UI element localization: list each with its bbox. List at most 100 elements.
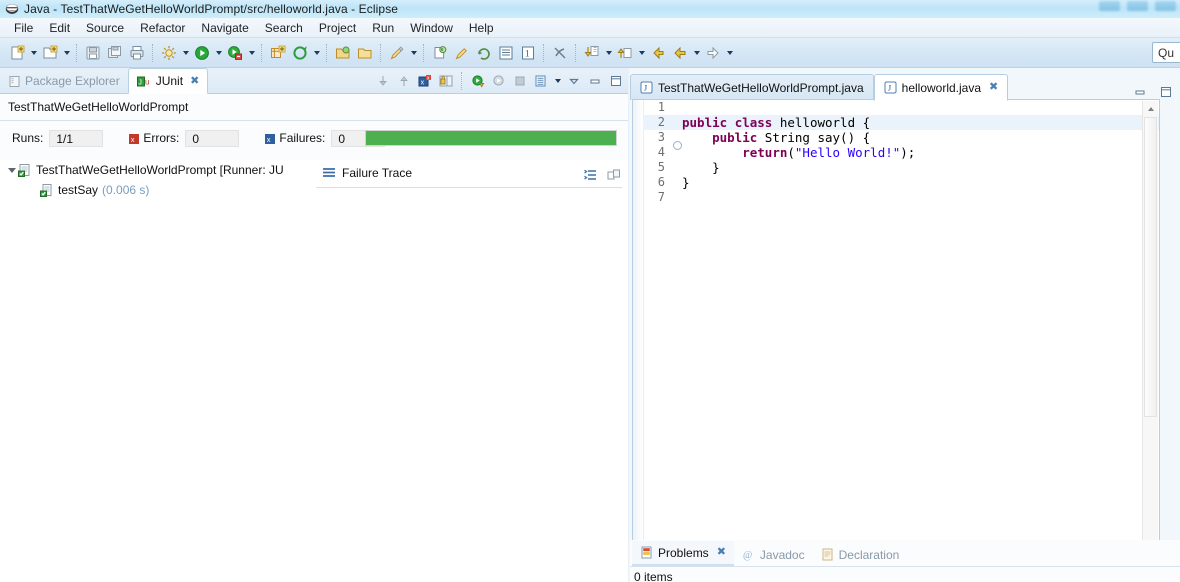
menu-window[interactable]: Window	[402, 19, 461, 37]
pencil-edit-dropdown-icon[interactable]	[408, 42, 419, 64]
forward-dropdown-icon[interactable]	[724, 42, 735, 64]
line-number: 7	[657, 190, 665, 204]
code-line[interactable]: 1	[643, 100, 1159, 115]
minimize-view-icon[interactable]	[585, 71, 605, 91]
run-dropdown-icon[interactable]	[213, 42, 224, 64]
back-icon[interactable]	[669, 42, 691, 64]
maximize-button[interactable]	[1127, 1, 1148, 11]
table-row[interactable]: testSay (0.006 s)	[0, 180, 316, 200]
save-icon[interactable]	[82, 42, 104, 64]
refresh-icon[interactable]	[473, 42, 495, 64]
skip-breakpoints-icon[interactable]	[549, 42, 571, 64]
forward-icon[interactable]	[702, 42, 724, 64]
step-into-dropdown-icon[interactable]	[603, 42, 614, 64]
menu-navigate[interactable]: Navigate	[193, 19, 256, 37]
junit-progress-bar	[365, 130, 617, 146]
show-whitespace-icon[interactable]: 1	[517, 42, 539, 64]
menu-file[interactable]: File	[6, 19, 41, 37]
editor-tab-close-icon[interactable]: ✖	[989, 82, 998, 93]
print-icon[interactable]	[126, 42, 148, 64]
tab-package-explorer[interactable]: Package Explorer	[0, 69, 128, 93]
new-java-project-icon[interactable]	[39, 42, 61, 64]
menu-project[interactable]: Project	[311, 19, 364, 37]
lock-scroll-icon[interactable]	[436, 71, 456, 91]
quick-access-input[interactable]: Qu	[1152, 42, 1180, 63]
editor-tab-test[interactable]: J TestThatWeGetHelloWorldPrompt.java	[630, 74, 874, 100]
menu-run[interactable]: Run	[364, 19, 402, 37]
open-resource-icon[interactable]	[332, 42, 354, 64]
code-line[interactable]: 6}	[643, 175, 1159, 190]
code-line[interactable]: 7	[643, 190, 1159, 205]
filter-stack-trace-icon[interactable]	[581, 165, 601, 185]
tab-declaration[interactable]: Declaration	[813, 543, 908, 566]
code-editor[interactable]: 1 2 public class helloworld {3 public Stri…	[632, 99, 1160, 581]
run-icon[interactable]	[191, 42, 213, 64]
run-external-tools-icon[interactable]	[224, 42, 246, 64]
menu-source[interactable]: Source	[78, 19, 132, 37]
menu-refactor[interactable]: Refactor	[132, 19, 193, 37]
toggle-block-selection-icon[interactable]	[495, 42, 517, 64]
open-type-icon[interactable]	[289, 42, 311, 64]
tab-javadoc[interactable]: @ Javadoc	[734, 543, 813, 566]
toolbar-separator-2	[152, 43, 154, 62]
debug-dropdown-icon[interactable]	[180, 42, 191, 64]
maximize-view-icon[interactable]	[606, 71, 626, 91]
code-line[interactable]: 5 }	[643, 160, 1159, 175]
package-explorer-icon	[8, 75, 21, 88]
step-into-icon[interactable]	[581, 42, 603, 64]
svg-text:J: J	[888, 84, 891, 93]
save-all-icon[interactable]	[104, 42, 126, 64]
compare-result-icon[interactable]	[604, 165, 624, 185]
rerun-test-icon[interactable]	[468, 71, 488, 91]
step-return-dropdown-icon[interactable]	[636, 42, 647, 64]
junit-title-separator	[0, 120, 628, 121]
window-controls[interactable]	[1099, 1, 1176, 11]
new-wizard-icon[interactable]	[6, 42, 28, 64]
editor-tab-helloworld[interactable]: J helloworld.java ✖	[873, 74, 1009, 101]
editor-vertical-scrollbar[interactable]	[1142, 101, 1158, 563]
back-dropdown-icon[interactable]	[691, 42, 702, 64]
open-type-dropdown-icon[interactable]	[311, 42, 322, 64]
code-line[interactable]: 4 return("Hello World!");	[643, 145, 1159, 160]
view-menu-icon[interactable]	[531, 71, 551, 91]
editor-vertical-scroll-thumb[interactable]	[1144, 117, 1157, 417]
rerun-failed-tests-icon[interactable]	[489, 71, 509, 91]
view-menu-dropdown-icon[interactable]	[552, 70, 563, 92]
tab-problems[interactable]: Problems ✖	[632, 541, 734, 566]
menu-edit[interactable]: Edit	[41, 19, 78, 37]
step-return-icon[interactable]	[614, 42, 636, 64]
search-type-icon[interactable]: e	[429, 42, 451, 64]
new-java-project-dropdown-icon[interactable]	[61, 42, 72, 64]
next-failure-icon[interactable]	[373, 71, 393, 91]
run-external-tools-dropdown-icon[interactable]	[246, 42, 257, 64]
tab-problems-close-icon[interactable]: ✖	[717, 547, 726, 558]
stop-test-icon[interactable]	[510, 71, 530, 91]
open-folder-icon[interactable]	[354, 42, 376, 64]
pencil-edit-icon[interactable]	[386, 42, 408, 64]
menu-search[interactable]: Search	[257, 19, 311, 37]
problems-view-tabbar: Problems ✖ @ Javadoc Declaration	[632, 541, 908, 566]
code-line[interactable]: 3 public String say() {	[643, 130, 1159, 150]
eclipse-window: Java - TestThatWeGetHelloWorldPrompt/src…	[0, 0, 1180, 582]
tab-junit-close-icon[interactable]: ✖	[190, 75, 199, 87]
debug-icon[interactable]	[158, 42, 180, 64]
new-java-class-icon[interactable]	[267, 42, 289, 64]
junit-test-tree[interactable]: TestThatWeGetHelloWorldPrompt [Runner: J…	[0, 160, 316, 582]
editor-tabbar: J TestThatWeGetHelloWorldPrompt.java J h…	[630, 74, 1180, 101]
scroll-up-icon[interactable]	[1143, 101, 1158, 116]
show-failures-only-icon[interactable]: x x	[415, 71, 435, 91]
menu-help[interactable]: Help	[461, 19, 502, 37]
view-menu-chevron-icon[interactable]	[564, 71, 584, 91]
code-lines[interactable]: 1 2 public class helloworld {3 public Stri…	[643, 100, 1159, 580]
expand-collapse-icon[interactable]	[6, 164, 18, 176]
table-row[interactable]: TestThatWeGetHelloWorldPrompt [Runner: J…	[0, 160, 316, 180]
code-line[interactable]: 2 public class helloworld {	[643, 115, 1159, 130]
new-wizard-dropdown-icon[interactable]	[28, 42, 39, 64]
close-button[interactable]	[1155, 1, 1176, 11]
tab-junit[interactable]: J u JUnit ✖	[127, 68, 209, 94]
minimize-button[interactable]	[1099, 1, 1120, 11]
quick-fix-icon[interactable]	[451, 42, 473, 64]
line-number: 5	[657, 160, 665, 174]
previous-failure-icon[interactable]	[394, 71, 414, 91]
back-history-icon[interactable]	[647, 42, 669, 64]
